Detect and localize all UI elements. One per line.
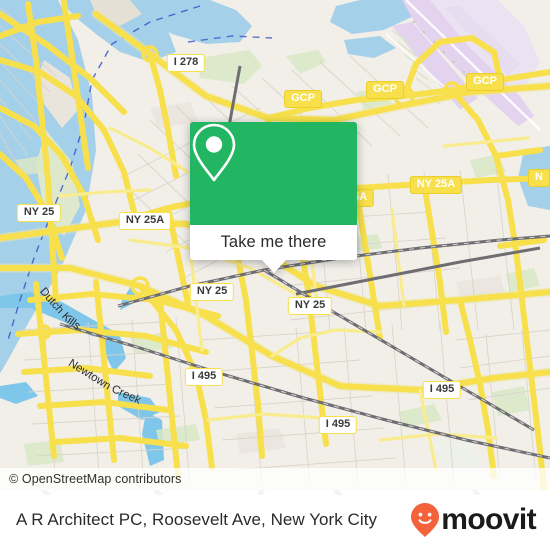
road-shield: I 495: [422, 381, 462, 399]
moovit-smiley-pin-icon: [411, 503, 440, 537]
road-shield: GCP: [466, 73, 504, 91]
road-shield-label: GCP: [373, 83, 397, 95]
road-shield: GCP: [366, 81, 404, 99]
footer-bar: A R Architect PC, Roosevelt Ave, New Yor…: [0, 490, 550, 550]
road-shield-label: GCP: [291, 92, 315, 104]
map-screenshot: Dutch Kills Newtown Creek I 278 GCP GCP GCP…: [0, 0, 550, 550]
road-shield-label: NY 25A: [125, 214, 165, 226]
road-shield-label: I 495: [429, 383, 455, 395]
road-shield: NY 25: [16, 204, 62, 222]
road-shield: I 495: [318, 416, 358, 434]
road-shield: NY 25: [287, 297, 333, 315]
road-shield: N: [528, 169, 550, 187]
road-shield-label: GCP: [473, 75, 497, 87]
map-canvas[interactable]: Dutch Kills Newtown Creek I 278 GCP GCP GCP…: [0, 0, 550, 495]
take-me-there-button[interactable]: Take me there: [190, 225, 357, 273]
road-shield-label: NY 25: [294, 299, 326, 311]
road-shield: I 495: [184, 368, 224, 386]
road-shield-label: N: [535, 171, 543, 183]
destination-popup-card[interactable]: Take me there: [190, 122, 357, 273]
map-pin-icon: [192, 123, 236, 182]
footer-map-watermark: [40, 490, 482, 495]
osm-attribution-text: © OpenStreetMap contributors: [9, 472, 182, 486]
moovit-brand[interactable]: moovit: [410, 502, 537, 538]
road-shield-label: I 278: [173, 56, 199, 68]
popup-pin-panel: [190, 122, 357, 225]
road-shield: NY 25A: [409, 176, 463, 194]
popup-tail: [260, 259, 287, 273]
road-shield: I 278: [166, 54, 206, 72]
osm-attribution[interactable]: © OpenStreetMap contributors: [0, 468, 550, 490]
moovit-wordmark: moovit: [441, 503, 536, 536]
road-shield-label: I 495: [325, 418, 351, 430]
place-title: A R Architect PC, Roosevelt Ave, New Yor…: [16, 510, 378, 529]
road-shield-label: NY 25A: [416, 178, 456, 190]
road-shield-label: I 495: [191, 370, 217, 382]
road-shield: GCP: [284, 90, 322, 108]
take-me-there-label: Take me there: [220, 233, 327, 251]
road-shield-label: NY 25: [23, 206, 55, 218]
road-shield: NY 25: [189, 283, 235, 301]
road-shield: NY 25A: [118, 212, 172, 230]
road-shield-label: NY 25: [196, 285, 228, 297]
